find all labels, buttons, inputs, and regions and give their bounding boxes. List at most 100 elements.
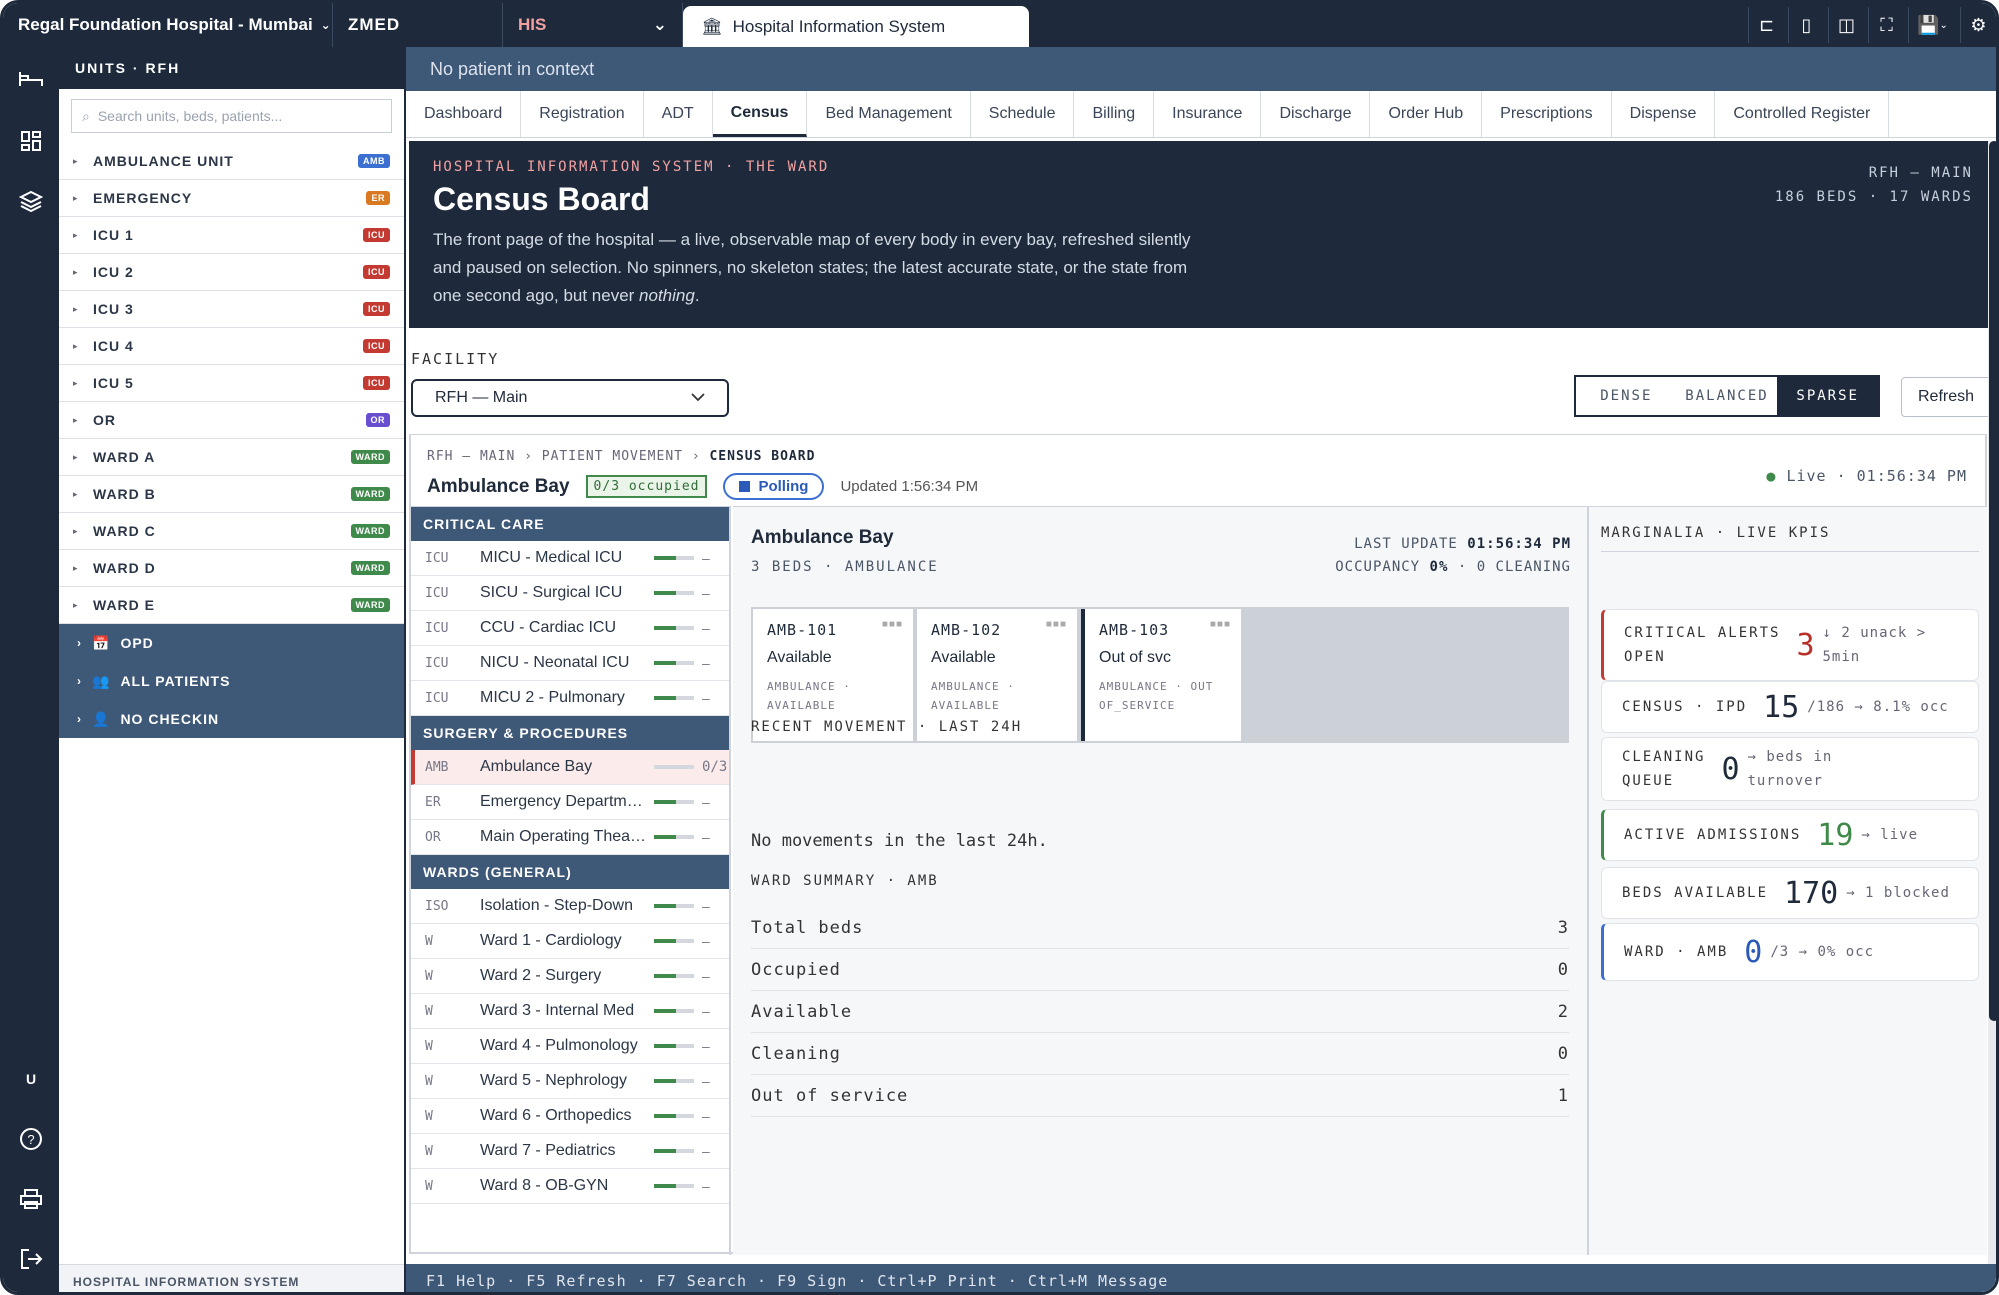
collapse-left-icon[interactable]: ⊏ <box>1748 7 1784 43</box>
tab-insurance[interactable]: Insurance <box>1154 91 1262 137</box>
main-scrollbar[interactable] <box>1988 141 1996 1271</box>
occupancy-bar <box>654 974 694 978</box>
tab-adt[interactable]: ADT <box>644 91 713 137</box>
sidebar-unit-item[interactable]: ▸ WARD A WARD <box>59 439 404 476</box>
ward-list-item[interactable]: ICU MICU 2 - Pulmonary – <box>411 681 729 716</box>
occupancy-bar-fill <box>654 661 676 665</box>
active-app-tab[interactable]: 🏛 Hospital Information System <box>683 6 1029 47</box>
density-option-dense[interactable]: DENSE <box>1576 377 1677 415</box>
ward-list-item[interactable]: W Ward 8 - OB-GYN – <box>411 1169 729 1204</box>
summary-row: Out of service 1 <box>751 1075 1569 1117</box>
facility-select[interactable]: RFH — Main <box>411 379 729 417</box>
tab-controlled-register[interactable]: Controlled Register <box>1715 91 1890 137</box>
ward-list-item[interactable]: W Ward 7 - Pediatrics – <box>411 1134 729 1169</box>
user-avatar[interactable]: U <box>15 1063 47 1095</box>
sidebar-unit-item[interactable]: ▸ OR OR <box>59 402 404 439</box>
grid-icon[interactable] <box>15 125 47 157</box>
sidebar-unit-item[interactable]: ▸ WARD C WARD <box>59 513 404 550</box>
units-sidebar: UNITS · RFH ⌕ Search units, beds, patien… <box>59 47 406 1292</box>
ward-list-item[interactable]: OR Main Operating Theatre – <box>411 820 729 855</box>
ward-list-item[interactable]: W Ward 6 - Orthopedics – <box>411 1099 729 1134</box>
hospital-selector[interactable]: Regal Foundation Hospital - Mumbai ⌄ <box>3 3 333 47</box>
tab-registration[interactable]: Registration <box>521 91 644 137</box>
unit-list: ▸ AMBULANCE UNIT AMB ▸ EMERGENCY ER ▸ ICU 1 ICU ▸… <box>59 143 404 624</box>
kpi-card[interactable]: CRITICAL ALERTS OPEN 3 ↓ 2 unack > 5min <box>1601 609 1979 681</box>
unit-search-input[interactable]: ⌕ Search units, beds, patients... <box>71 99 392 133</box>
tab-discharge[interactable]: Discharge <box>1261 91 1371 137</box>
sidebar-group-2[interactable]: › 👤 NO CHECKIN <box>59 700 404 738</box>
sidebar-group-label: OPD <box>120 635 154 651</box>
tab-dashboard[interactable]: Dashboard <box>406 91 522 137</box>
kpi-note-line2: turnover <box>1747 773 1823 789</box>
sidebar-unit-item[interactable]: ▸ AMBULANCE UNIT AMB <box>59 143 404 180</box>
tab-order-hub[interactable]: Order Hub <box>1370 91 1483 137</box>
ward-list-item[interactable]: ISO Isolation - Step-Down – <box>411 889 729 924</box>
ward-list-item[interactable]: W Ward 1 - Cardiology – <box>411 924 729 959</box>
user-x-icon: 👤 <box>92 710 111 727</box>
kpi-note-line1: /186 → 8.1% occ <box>1807 699 1949 715</box>
panel-right-icon[interactable]: ▯ <box>1788 7 1824 43</box>
ward-list-item[interactable]: ER Emergency Department – <box>411 785 729 820</box>
ward-name: Ambulance Bay <box>480 758 593 775</box>
gear-icon[interactable]: ⚙ <box>1960 7 1996 43</box>
bed-sub2: AVAILABLE <box>767 699 836 712</box>
bed-icon[interactable] <box>15 63 47 95</box>
tab-census[interactable]: Census <box>712 91 808 137</box>
sidebar-group-0[interactable]: › 📅 OPD <box>59 624 404 662</box>
polling-badge[interactable]: Polling <box>723 473 825 500</box>
unit-type-badge: OR <box>365 413 390 427</box>
users-icon: 👥 <box>92 672 111 689</box>
ward-list-item[interactable]: W Ward 2 - Surgery – <box>411 959 729 994</box>
save-icon[interactable]: 💾 ⌄ <box>1908 7 1956 43</box>
ward-list-item[interactable]: ICU CCU - Cardiac ICU – <box>411 611 729 646</box>
kpi-card[interactable]: BEDS AVAILABLE 170 → 1 blocked <box>1601 867 1979 919</box>
hero-desc-main: The front page of the hospital — a live,… <box>433 230 1191 305</box>
printer-icon[interactable] <box>15 1183 47 1215</box>
main-area: No patient in context Dashboard Registrat… <box>406 47 1996 1292</box>
ward-list-item[interactable]: W Ward 3 - Internal Med – <box>411 994 729 1029</box>
bed-card[interactable]: ■■■ AMB-103 Out of svc AMBULANCE · OUT OF_SE… <box>1081 609 1241 741</box>
help-icon[interactable]: ? <box>15 1123 47 1155</box>
hero-meta: RFH — MAIN 186 BEDS · 17 WARDS <box>1775 161 1973 209</box>
sidebar-unit-item[interactable]: ▸ EMERGENCY ER <box>59 180 404 217</box>
layers-icon[interactable] <box>15 185 47 217</box>
density-option-sparse[interactable]: SPARSE <box>1777 377 1879 415</box>
ward-list-item[interactable]: W Ward 5 - Nephrology – <box>411 1064 729 1099</box>
refresh-button[interactable]: Refresh <box>1901 377 1991 417</box>
ward-list-item[interactable]: W Ward 4 - Pulmonology – <box>411 1029 729 1064</box>
tab-schedule[interactable]: Schedule <box>971 91 1075 137</box>
kpi-card[interactable]: CLEANING QUEUE 0 → beds in turnover <box>1601 737 1979 801</box>
split-view-icon[interactable]: ◫ <box>1828 7 1864 43</box>
sidebar-unit-item[interactable]: ▸ WARD E WARD <box>59 587 404 624</box>
density-option-balanced[interactable]: BALANCED <box>1677 377 1778 415</box>
caret-right-icon: ▸ <box>73 599 79 610</box>
sidebar-unit-item[interactable]: ▸ ICU 1 ICU <box>59 217 404 254</box>
tab-dispense[interactable]: Dispense <box>1612 91 1716 137</box>
module-code[interactable]: ZMED <box>333 3 503 47</box>
kpi-card[interactable]: ACTIVE ADMISSIONS 19 → live <box>1601 809 1979 861</box>
fullscreen-icon[interactable]: ⛶ <box>1868 7 1904 43</box>
tab-bed-management[interactable]: Bed Management <box>807 91 971 137</box>
logout-icon[interactable] <box>15 1243 47 1275</box>
breadcrumb-movement[interactable]: PATIENT MOVEMENT <box>542 449 683 464</box>
kpi-card[interactable]: CENSUS · IPD 15/186 → 8.1% occ <box>1601 681 1979 733</box>
system-selector[interactable]: HIS ⌄ <box>503 3 683 47</box>
sidebar-unit-item[interactable]: ▸ WARD D WARD <box>59 550 404 587</box>
breadcrumb-facility[interactable]: RFH — MAIN <box>427 449 515 464</box>
ward-list-item[interactable]: AMB Ambulance Bay 0/3 <box>411 750 729 785</box>
sidebar-unit-item[interactable]: ▸ ICU 3 ICU <box>59 291 404 328</box>
tab-prescriptions[interactable]: Prescriptions <box>1482 91 1612 137</box>
sidebar-group-1[interactable]: › 👥 ALL PATIENTS <box>59 662 404 700</box>
dash-icon: – <box>702 690 710 706</box>
sidebar-unit-item[interactable]: ▸ ICU 2 ICU <box>59 254 404 291</box>
scrollbar-thumb[interactable] <box>1989 141 1996 1021</box>
ward-list-item[interactable]: ICU NICU - Neonatal ICU – <box>411 646 729 681</box>
sidebar-unit-item[interactable]: ▸ ICU 5 ICU <box>59 365 404 402</box>
sidebar-unit-item[interactable]: ▸ WARD B WARD <box>59 476 404 513</box>
sidebar-unit-item[interactable]: ▸ ICU 4 ICU <box>59 328 404 365</box>
summary-row: Cleaning 0 <box>751 1033 1569 1075</box>
ward-list-item[interactable]: ICU SICU - Surgical ICU – <box>411 576 729 611</box>
ward-list-item[interactable]: ICU MICU - Medical ICU – <box>411 541 729 576</box>
tab-billing[interactable]: Billing <box>1074 91 1155 137</box>
kpi-card[interactable]: WARD · AMB 0/3 → 0% occ <box>1601 923 1979 981</box>
